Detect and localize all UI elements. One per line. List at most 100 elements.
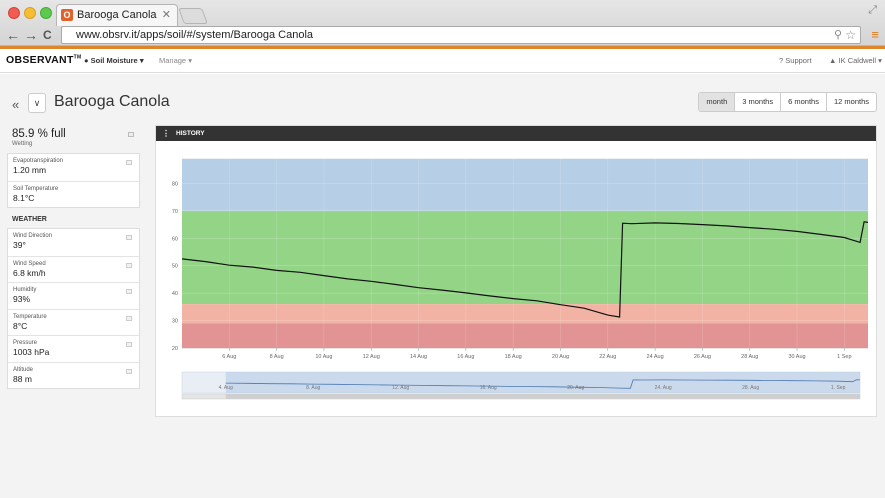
chart-icon[interactable]	[126, 235, 132, 240]
user-name: IK Caldwell	[838, 56, 877, 65]
metric-label: Wind Direction	[13, 233, 53, 239]
history-title: HISTORY	[176, 130, 205, 137]
app-header: OBSERVANTTM ● Soil Moisture ▾ Manage ▾ ?…	[0, 49, 885, 73]
history-panel: ⋮ HISTORY 20 30 40 50 60 70 80 6 Aug 8 Aug 10 Aug…	[155, 125, 877, 417]
caret-down-icon: ▾	[139, 56, 144, 65]
metric-value: 93%	[13, 294, 31, 304]
back-arrow-icon[interactable]: ←	[6, 26, 20, 44]
minimize-window-button[interactable]	[24, 7, 36, 19]
navigator-tick-label: 16. Aug	[480, 385, 497, 391]
navigator-tick-label: 24. Aug	[655, 385, 672, 391]
user-menu[interactable]: ▲ IK Caldwell ▾	[829, 56, 882, 65]
x-tick-label: 16 Aug	[457, 354, 474, 360]
y-tick-label: 30	[172, 319, 178, 325]
close-window-button[interactable]	[8, 7, 20, 19]
address-bar[interactable]: www.obsrv.it/apps/soil/#/system/Barooga …	[61, 26, 861, 44]
x-tick-label: 6 Aug	[222, 354, 236, 360]
support-link[interactable]: ? Support	[779, 56, 812, 65]
y-tick-label: 40	[172, 291, 178, 297]
navigator-tick-label: 1. Sep	[831, 385, 846, 391]
y-tick-label: 50	[172, 264, 178, 270]
x-tick-label: 22 Aug	[599, 354, 616, 360]
metric-label: Humidity	[13, 287, 37, 293]
fullscreen-icon[interactable]: ⤢	[868, 4, 877, 17]
x-tick-label: 18 Aug	[505, 354, 522, 360]
x-tick-label: 1 Sep	[837, 354, 851, 360]
forward-arrow-icon[interactable]: →	[24, 26, 38, 44]
history-chart[interactable]: 20 30 40 50 60 70 80 6 Aug 8 Aug 10 Aug 12 Aug 14 A…	[156, 142, 876, 417]
navigator-tick-label: 20. Aug	[567, 385, 584, 391]
chart-band	[182, 323, 868, 348]
browser-toolbar: ← → C www.obsrv.it/apps/soil/#/system/Ba…	[0, 26, 885, 46]
list-item: Wind Speed 6.8 km/h	[8, 255, 139, 283]
chart-band	[182, 210, 868, 305]
navigator-selection	[225, 372, 860, 393]
metric-value: 39°	[13, 240, 26, 250]
soil-moisture-value: 85.9 % full	[12, 128, 66, 140]
back-double-chevron-icon[interactable]: «	[12, 97, 19, 112]
x-tick-label: 8 Aug	[270, 354, 284, 360]
navigator-scrollbar-thumb	[225, 394, 860, 399]
chart-icon[interactable]	[126, 342, 132, 347]
y-tick-label: 20	[172, 346, 178, 352]
range-3-months[interactable]: 3 months	[734, 93, 780, 111]
chart-icon[interactable]	[126, 368, 132, 374]
observant-logo[interactable]: OBSERVANTTM	[6, 54, 81, 66]
user-icon: ▲	[829, 56, 837, 65]
range-selector: month 3 months 6 months 12 months	[698, 92, 877, 112]
range-6-months[interactable]: 6 months	[780, 93, 826, 111]
x-tick-label: 12 Aug	[363, 354, 380, 360]
page-body: « ∨ Barooga Canola month 3 months 6 mont…	[0, 74, 885, 498]
list-item: Humidity 93%	[8, 282, 139, 309]
chart-icon[interactable]	[128, 132, 134, 137]
navigator-tick-label: 4. Aug	[219, 385, 233, 391]
y-tick-label: 70	[172, 209, 178, 215]
droplet-icon: ●	[84, 56, 89, 65]
x-tick-label: 26 Aug	[694, 354, 711, 360]
x-tick-label: 28 Aug	[741, 354, 758, 360]
x-tick-label: 20 Aug	[552, 354, 569, 360]
bookmark-star-icon[interactable]: ☆	[845, 27, 856, 43]
metric-value: 6.8 km/h	[13, 267, 46, 278]
close-tab-icon[interactable]: ✕	[162, 5, 171, 26]
metric-label: Temperature	[13, 313, 47, 320]
y-tick-label: 60	[172, 236, 178, 242]
search-icon[interactable]: ⚲	[834, 27, 842, 43]
metric-value: 8.1°C	[13, 192, 35, 203]
list-item: Wind Direction 39°	[8, 229, 139, 256]
caret-down-icon: ▾	[878, 56, 882, 65]
x-tick-label: 30 Aug	[788, 354, 805, 360]
chart-band	[182, 158, 868, 211]
metric-label: Wind Speed	[13, 260, 46, 267]
new-tab-button[interactable]	[178, 8, 208, 24]
reload-icon[interactable]: C	[43, 26, 52, 44]
list-item: Soil Temperature 8.1°C	[8, 180, 139, 208]
range-12-months[interactable]: 12 months	[825, 93, 876, 111]
chart-icon[interactable]	[126, 315, 132, 321]
weather-heading: WEATHER	[12, 216, 47, 223]
logo-tm: TM	[73, 54, 82, 61]
range-month[interactable]: month	[699, 93, 735, 111]
list-item: Pressure 1003 hPa	[8, 335, 139, 362]
chart-icon[interactable]	[126, 262, 132, 268]
system-dropdown-button[interactable]: ∨	[28, 93, 46, 113]
browser-menu-icon[interactable]: ≡	[871, 27, 879, 42]
url-text[interactable]: www.obsrv.it/apps/soil/#/system/Barooga …	[76, 29, 313, 41]
chart-icon[interactable]	[126, 160, 132, 165]
nav-soil-moisture[interactable]: ● Soil Moisture ▾	[84, 56, 144, 65]
navigator-tick-label: 28. Aug	[742, 385, 759, 391]
navigator-tick-label: 8. Aug	[306, 385, 320, 391]
list-item: Altitude 88 m	[8, 361, 139, 389]
browser-tab[interactable]: O Barooga Canola ✕	[56, 4, 178, 26]
observant-favicon-icon: O	[61, 9, 73, 21]
x-tick-label: 24 Aug	[647, 354, 664, 360]
metric-value: 88 m	[13, 373, 32, 384]
soil-card: Evapotranspiration 1.20 mm Soil Temperat…	[7, 153, 140, 208]
nav-soil-label: Soil Moisture	[90, 56, 138, 65]
panel-menu-icon[interactable]: ⋮	[162, 126, 170, 141]
chart-icon[interactable]	[126, 289, 132, 294]
zoom-window-button[interactable]	[40, 7, 52, 19]
nav-manage[interactable]: Manage ▾	[159, 56, 192, 65]
metric-label: Soil Temperature	[13, 185, 59, 192]
navigator-tick-label: 12. Aug	[392, 385, 409, 391]
